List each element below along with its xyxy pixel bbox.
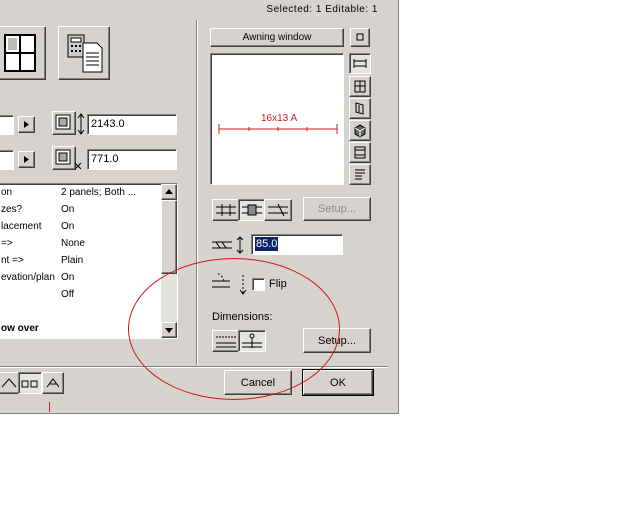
list-item[interactable]: lacement On (0, 221, 157, 238)
window-height-icon (55, 113, 85, 135)
placement-center-button[interactable] (238, 199, 266, 221)
section-icon (21, 380, 38, 388)
param-value: Plain (61, 255, 84, 266)
plan-view-icon (353, 59, 367, 68)
param-name: on (1, 187, 13, 198)
section-toggle-button-1[interactable] (0, 372, 20, 394)
section-toggle-button-2[interactable] (18, 372, 42, 394)
wall-placement-icon (216, 204, 236, 216)
list-item[interactable]: evation/plan On (0, 272, 157, 289)
param-name: nt => (1, 255, 24, 266)
height-input[interactable]: 2143.0 (87, 114, 177, 135)
width-aux-field[interactable] (0, 150, 14, 170)
param-name: => (1, 238, 13, 249)
placement-outside-button[interactable] (212, 199, 240, 221)
placement-inside-button[interactable] (264, 199, 292, 221)
triangle-right-icon (24, 156, 29, 163)
height-aux-field[interactable] (0, 115, 14, 135)
side-view-icon (355, 102, 364, 115)
triangle-up-icon (165, 189, 173, 194)
elevation-view-icon (354, 80, 366, 93)
list-item[interactable]: Off (0, 289, 157, 306)
3d-view-icon (354, 124, 366, 138)
offset-input[interactable]: 85.0 (251, 234, 343, 255)
window-name-button[interactable]: Awning window (210, 28, 344, 47)
param-value: On (61, 204, 75, 215)
list-item[interactable]: => None (0, 238, 157, 255)
square-icon (356, 33, 364, 41)
section-toggle-button-3[interactable] (42, 372, 64, 394)
setup-button-disabled[interactable]: Setup... (303, 197, 371, 221)
window-type-button[interactable] (0, 26, 46, 80)
wall-offset-icon (212, 236, 244, 254)
param-value: On (61, 221, 75, 232)
wall-placement-icon (268, 203, 288, 217)
small-square-button[interactable] (350, 28, 370, 47)
height-arrow-button[interactable] (18, 116, 35, 133)
window-width-icon (55, 149, 82, 170)
view-side-button[interactable] (349, 98, 371, 119)
view-3d-button[interactable] (349, 120, 371, 141)
annotation-circle (128, 258, 340, 400)
scroll-up-button[interactable] (161, 184, 177, 200)
wall-placement-icon (242, 204, 262, 216)
red-guide-line (49, 402, 50, 412)
section-view-icon (354, 146, 366, 159)
param-value: On (61, 272, 75, 283)
param-value: 2 panels; Both ... (61, 187, 137, 198)
list-item[interactable]: nt => Plain (0, 255, 157, 272)
param-name: zes? (1, 204, 23, 215)
section-icon (46, 378, 60, 388)
view-front-button[interactable] (349, 76, 371, 97)
preview-pane: 16x13 A (210, 53, 344, 185)
height-icon-button (52, 111, 85, 135)
preview-label: 16x13 A (261, 113, 298, 124)
offset-value: 85.0 (255, 237, 279, 251)
list-item[interactable]: zes? On (0, 204, 157, 221)
list-item[interactable]: on 2 panels; Both ... (0, 187, 157, 204)
view-plan-button[interactable] (349, 53, 371, 74)
triangle-right-icon (24, 121, 29, 128)
param-value: None (61, 238, 85, 249)
section-icon (1, 378, 17, 388)
width-arrow-button[interactable] (18, 151, 35, 168)
view-section-button[interactable] (349, 142, 371, 163)
scroll-thumb[interactable] (161, 200, 177, 274)
width-input[interactable]: 771.0 (87, 149, 177, 170)
calculator-list-button[interactable] (58, 26, 110, 80)
window-icon (4, 34, 36, 72)
calculator-document-icon (67, 34, 103, 73)
selection-status: Selected: 1 Editable: 1 (266, 4, 378, 15)
list-view-icon (355, 169, 365, 180)
param-value: Off (61, 289, 75, 300)
width-icon-button (52, 146, 82, 170)
param-name: lacement (1, 221, 42, 232)
window-name-label: Awning window (242, 32, 312, 43)
view-list-button[interactable] (349, 164, 371, 185)
param-name: evation/plan (1, 272, 55, 283)
